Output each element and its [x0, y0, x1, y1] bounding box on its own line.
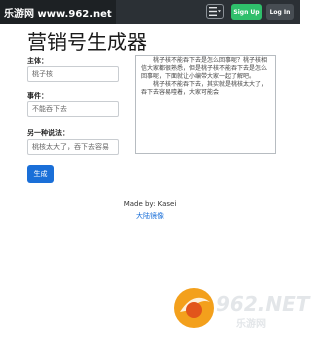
generated-text-output[interactable]: 桃子核不能吞下去是怎么回事呢？桃子核相信大家都很熟悉，但是桃子核不能吞下去是怎么… [135, 55, 276, 154]
alt-phrasing-label: 另一种说法： [27, 129, 69, 137]
menu-toggle-button[interactable] [206, 4, 224, 19]
output-paragraph: 桃子核不能吞下去，其实就是桃核太大了，吞下去容易噎着，大家可能会 [141, 81, 268, 96]
watermark-logo-icon [174, 288, 214, 328]
alt-phrasing-input[interactable]: 桃核太大了，吞下去容易 [27, 139, 119, 155]
hamburger-icon [209, 7, 221, 16]
watermark-logo-subtext: 乐游网 [236, 319, 266, 330]
mirror-link[interactable]: 大陆镜像 [0, 211, 300, 221]
footer-credit: Made by: Kasei [123, 200, 177, 208]
output-paragraph: 桃子核不能吞下去是怎么回事呢？桃子核相信大家都很熟悉，但是桃子核不能吞下去是怎么… [141, 57, 268, 80]
event-input[interactable]: 不能吞下去 [27, 101, 119, 117]
event-label: 事件： [27, 92, 48, 100]
watermark-site-badge: 乐游网 www.962.net [0, 0, 116, 24]
sign-up-button[interactable]: Sign Up [231, 4, 262, 20]
page-title: 营销号生成器 [27, 30, 147, 54]
top-navbar: 乐游网 www.962.net Sign Up Log In [0, 0, 300, 24]
generate-button[interactable]: 生成 [27, 165, 54, 183]
subject-input[interactable]: 桃子核 [27, 66, 119, 82]
log-in-button[interactable]: Log In [266, 4, 294, 20]
subject-label: 主体： [27, 57, 48, 65]
watermark-logo-text: 962.NET [216, 292, 310, 316]
